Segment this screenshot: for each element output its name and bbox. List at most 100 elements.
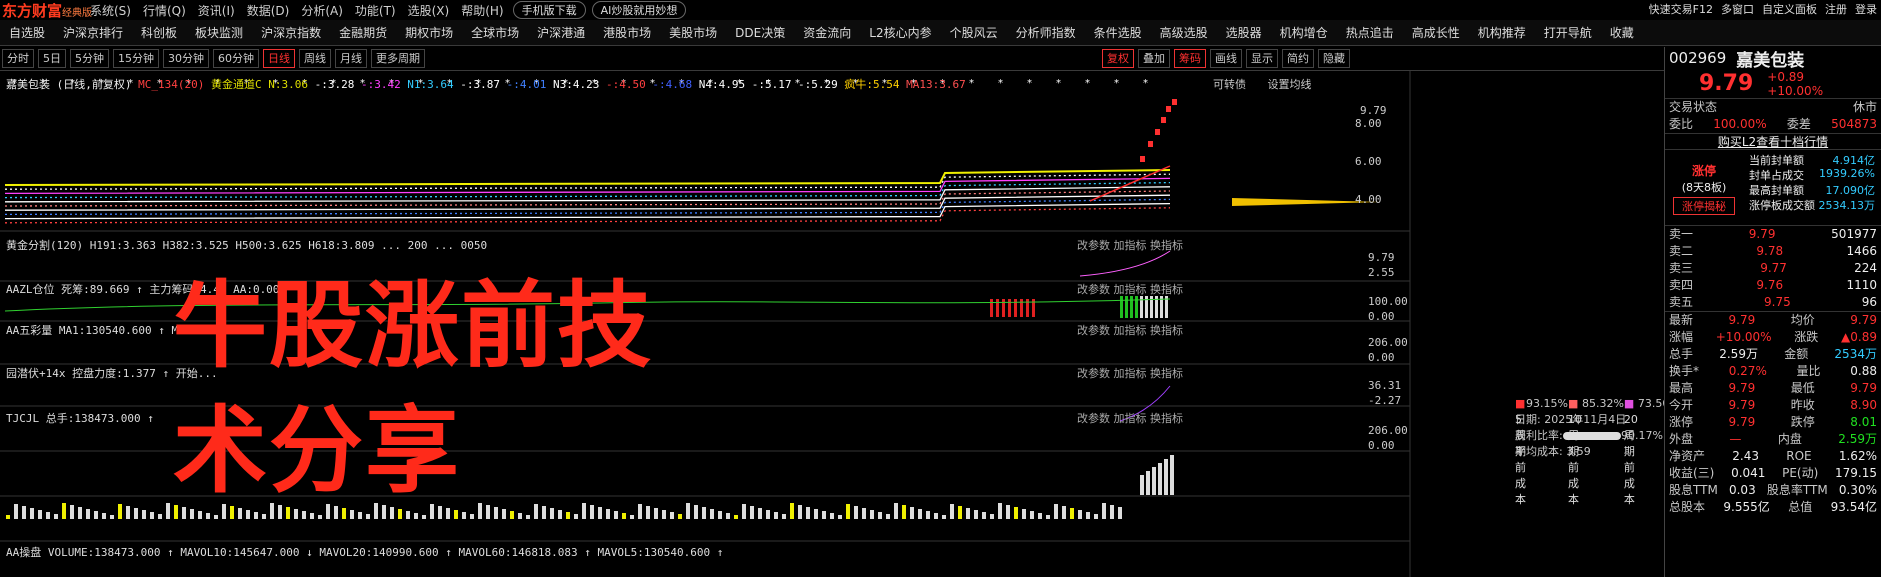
tool-button[interactable]: 叠加 (1138, 49, 1170, 68)
volume-bar (414, 513, 418, 519)
tool-button[interactable]: 隐藏 (1318, 49, 1350, 68)
nav-item[interactable]: 期权市场 (405, 24, 453, 41)
stat-label: 净资产 (1669, 449, 1706, 463)
menu-item[interactable]: 帮助(H) (461, 4, 503, 18)
l2-promo-link[interactable]: 购买L2查看十档行情 (1718, 134, 1828, 149)
volume-bar (78, 507, 82, 519)
nav-item[interactable]: 板块监测 (195, 24, 243, 41)
volume-bar (1110, 505, 1114, 519)
tool-button[interactable]: 复权 (1102, 49, 1134, 68)
menu-item[interactable]: 数据(D) (247, 4, 290, 18)
volume-bar (582, 503, 586, 519)
nav-item[interactable]: L2核心内参 (869, 24, 931, 41)
menu-item[interactable]: 选股(X) (408, 4, 450, 18)
period-button[interactable]: 分时 (2, 49, 34, 68)
period-button[interactable]: 5分钟 (70, 49, 109, 68)
ask-row: 卖四 9.76 1110 (1665, 277, 1881, 294)
nav-item[interactable]: DDE决策 (735, 24, 785, 41)
period-button[interactable]: 周线 (299, 49, 331, 68)
menu-item[interactable]: 资讯(I) (198, 4, 235, 18)
nav-item[interactable]: 分析师指数 (1016, 24, 1076, 41)
nav-item[interactable]: 自选股 (9, 24, 45, 41)
menu-item[interactable]: 系统(S) (90, 4, 131, 18)
nav-item[interactable]: 机构推荐 (1478, 24, 1526, 41)
nav-item[interactable]: 打开导航 (1544, 24, 1592, 41)
position-bar (990, 299, 993, 317)
stat-value: 0.03 (1728, 483, 1756, 497)
legend-item: MC_134(20) (138, 78, 205, 91)
convertible-link[interactable]: 可转债 (1213, 78, 1246, 91)
menu-item[interactable]: 行情(Q) (143, 4, 186, 18)
indicator-axis-label: 0.00 (1368, 351, 1395, 364)
header-right-links: 可转债 设置均线 (1213, 76, 1312, 92)
period-button[interactable]: 60分钟 (213, 49, 259, 68)
nav-item[interactable]: 高成长性 (1412, 24, 1460, 41)
period-button[interactable]: 更多周期 (371, 49, 425, 68)
indicator-buttons[interactable]: 改参数 加指标 换指标 (1077, 281, 1183, 297)
nav-item[interactable]: 资金流向 (803, 24, 851, 41)
limit-up-stat: 封单占成交 1939.26% (1743, 167, 1881, 182)
stat-label: 当前封单额 (1749, 154, 1804, 167)
nav-item[interactable]: 收藏 (1610, 24, 1634, 41)
nav-item[interactable]: 港股市场 (603, 24, 651, 41)
mobile-download-button[interactable]: 手机版下载 (512, 1, 586, 19)
window-menu-item[interactable]: 登录 (1855, 1, 1877, 17)
period-button[interactable]: 月线 (335, 49, 367, 68)
limit-up-reveal-button[interactable]: 涨停揭秘 (1673, 197, 1735, 215)
window-menu-item[interactable]: 注册 (1825, 1, 1847, 17)
volume-legend: AA操盘 VOLUME:138473.000 ↑ MAVOL10:145647.… (6, 546, 724, 559)
stat-value: 0.27% (1728, 364, 1767, 378)
volume-bar (14, 504, 18, 519)
window-menu-item[interactable]: 多窗口 (1721, 1, 1754, 17)
position-bar (1135, 296, 1138, 318)
indicator-buttons[interactable]: 改参数 加指标 换指标 (1077, 365, 1183, 381)
indicator-buttons[interactable]: 改参数 加指标 换指标 (1077, 322, 1183, 338)
period-button[interactable]: 5日 (38, 49, 66, 68)
nav-item[interactable]: 高级选股 (1160, 24, 1208, 41)
legend-item: -:4.01 (500, 78, 547, 91)
period-button[interactable]: 日线 (263, 49, 295, 68)
nav-item[interactable]: 沪深京排行 (63, 24, 123, 41)
volume-bar (406, 511, 410, 519)
nav-item[interactable]: 全球市场 (471, 24, 519, 41)
volume-bar (254, 512, 258, 519)
window-menu-item[interactable]: 自定义面板 (1762, 1, 1817, 17)
tool-button[interactable]: 画线 (1210, 49, 1242, 68)
nav-item[interactable]: 个股风云 (950, 24, 998, 41)
stat-value: 9.79 (1850, 313, 1877, 327)
menu-item[interactable]: 分析(A) (301, 4, 343, 18)
nav-item[interactable]: 机构增仓 (1280, 24, 1328, 41)
nav-item[interactable]: 美股市场 (669, 24, 717, 41)
stat-value: 9.79 (1728, 381, 1756, 395)
volume-bar (318, 515, 322, 519)
period-button[interactable]: 30分钟 (163, 49, 209, 68)
nav-item[interactable]: 科创板 (141, 24, 177, 41)
stat-label: PE(动) (1782, 466, 1819, 480)
app-logo[interactable]: 东方财富经典版 (2, 0, 92, 21)
volume-bar (654, 508, 658, 519)
indicator-buttons[interactable]: 改参数 加指标 换指标 (1077, 237, 1183, 253)
nav-item[interactable]: 选股器 (1226, 24, 1262, 41)
tool-button[interactable]: 筹码 (1174, 49, 1206, 68)
ai-button[interactable]: AI炒股就用妙想 (591, 1, 687, 19)
indicator-buttons[interactable]: 改参数 加指标 换指标 (1077, 410, 1183, 426)
nav-item[interactable]: 沪深京指数 (261, 24, 321, 41)
nav-item[interactable]: 热点追击 (1346, 24, 1394, 41)
stat-label: 最新 (1669, 313, 1694, 327)
volume-bar (902, 505, 906, 519)
ma-settings-link[interactable]: 设置均线 (1268, 78, 1312, 91)
tool-button[interactable]: 简约 (1282, 49, 1314, 68)
period-button[interactable]: 15分钟 (113, 49, 159, 68)
menu-item[interactable]: 功能(T) (355, 4, 396, 18)
volume-bar (694, 505, 698, 519)
volume-bar (854, 506, 858, 519)
legend-item: N3:4.23 (546, 78, 600, 91)
volume-bar (590, 505, 594, 519)
volume-bar (134, 508, 138, 519)
nav-item[interactable]: 条件选股 (1094, 24, 1142, 41)
nav-item[interactable]: 沪深港通 (537, 24, 585, 41)
window-menu-item[interactable]: 快速交易F12 (1649, 1, 1713, 17)
tool-button[interactable]: 显示 (1246, 49, 1278, 68)
nav-item[interactable]: 金融期货 (339, 24, 387, 41)
volume-bar (1030, 511, 1034, 519)
